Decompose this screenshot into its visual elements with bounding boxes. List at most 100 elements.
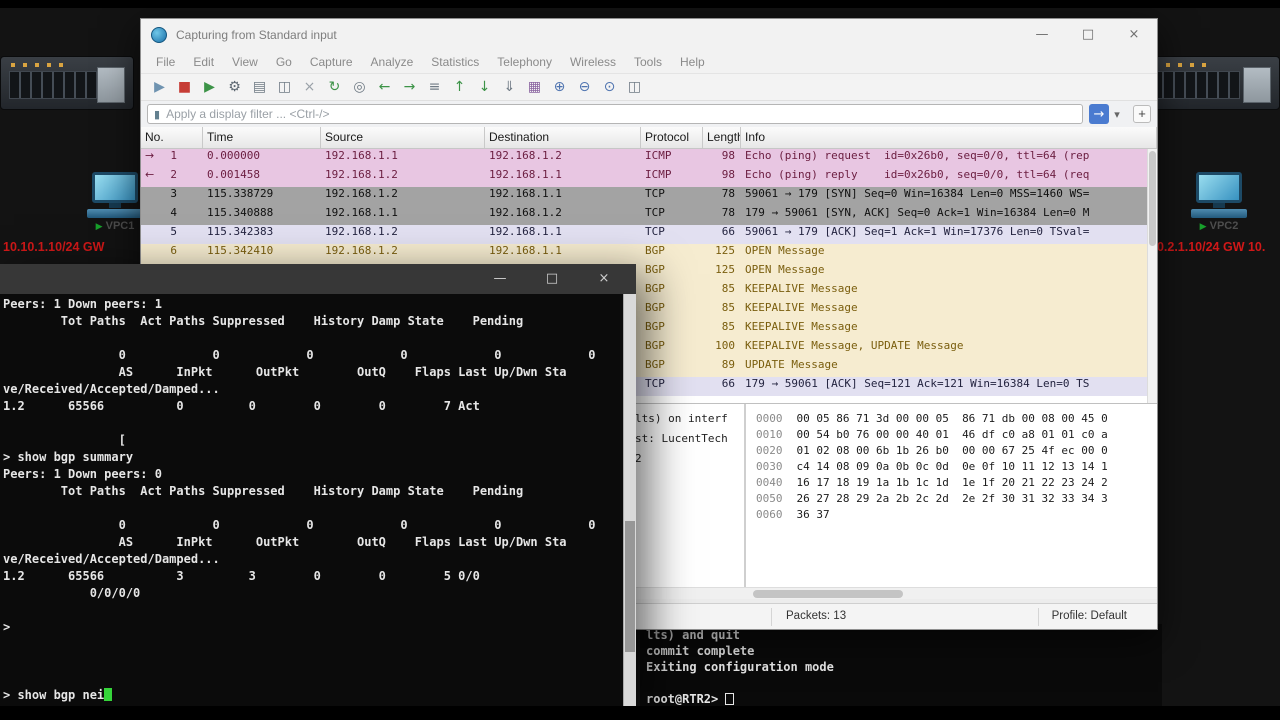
minimize-button[interactable]: —	[1019, 19, 1065, 51]
cell-protocol: ICMP	[645, 168, 672, 181]
go-top-icon[interactable]: ↑	[448, 76, 471, 98]
menu-item[interactable]: Wireless	[561, 53, 625, 71]
packet-row[interactable]: 5 115.342383 192.168.1.2 192.168.1.1 TCP…	[141, 225, 1157, 244]
zoom-100-icon[interactable]: ⊙	[598, 76, 621, 98]
column-time[interactable]: Time	[203, 127, 321, 148]
packet-list-scrollbar[interactable]	[1147, 149, 1157, 403]
terminal-line: ve/Received/Accepted/Damped...	[3, 552, 220, 566]
start-capture-icon[interactable]: ▶	[148, 76, 171, 98]
hex-bytes: 00 54 b0 76 00 00 40 01 46 df c0 a8 01 0…	[796, 428, 1108, 441]
colorize-icon[interactable]: ▦	[523, 76, 546, 98]
cell-time: 0.001458	[207, 168, 260, 181]
menu-item[interactable]: Help	[671, 53, 714, 71]
menu-item[interactable]: Statistics	[422, 53, 488, 71]
apply-filter-button[interactable]: →	[1089, 104, 1109, 124]
router-device-left[interactable]	[0, 56, 134, 110]
packet-row[interactable]: 4 115.340888 192.168.1.1 192.168.1.2 TCP…	[141, 206, 1157, 225]
cell-length: 66	[721, 377, 735, 390]
cell-length: 89	[721, 358, 735, 371]
add-filter-button[interactable]: +	[1133, 105, 1151, 123]
vpc1-node[interactable]: ▶ VPC1	[84, 172, 146, 232]
hex-row[interactable]: 0040 16 17 18 19 1a 1b 1c 1d 1e 1f 20 21 …	[756, 476, 1157, 492]
display-filter-input[interactable]	[166, 107, 1076, 121]
hex-row[interactable]: 0050 26 27 28 29 2a 2b 2c 2d 2e 2f 30 31 …	[756, 492, 1157, 508]
router-device-right[interactable]	[1143, 56, 1280, 110]
zoom-in-icon[interactable]: ⊕	[548, 76, 571, 98]
profile-label[interactable]: Profile: Default	[1052, 610, 1127, 622]
terminal-rtr2[interactable]: lts) and quit commit complete Exiting conf…	[640, 624, 1162, 708]
resize-columns-icon[interactable]: ◫	[623, 76, 646, 98]
vpc-monitor-icon	[92, 172, 138, 203]
scrollbar-thumb[interactable]	[625, 520, 635, 653]
terminal-title-bar[interactable]: — □ ×	[0, 264, 636, 294]
find-packet-icon[interactable]: ◎	[348, 76, 371, 98]
column-length[interactable]: Length	[703, 127, 741, 148]
terminal-scrollbar[interactable]	[623, 294, 636, 706]
packet-row[interactable]: 6 115.342410 192.168.1.2 192.168.1.1 BGP…	[141, 244, 1157, 263]
restart-capture-icon[interactable]: ▶	[198, 76, 221, 98]
packet-row[interactable]: 3 115.338729 192.168.1.2 192.168.1.1 TCP…	[141, 187, 1157, 206]
scrollbar-thumb[interactable]	[1149, 151, 1156, 246]
column-destination[interactable]: Destination	[485, 127, 641, 148]
hex-row[interactable]: 0010 00 54 b0 76 00 00 40 01 46 df c0 a8 …	[756, 428, 1157, 444]
column-protocol[interactable]: Protocol	[641, 127, 703, 148]
menu-item[interactable]: Edit	[184, 53, 223, 71]
cell-info: 179 → 59061 [ACK] Seq=121 Ack=121 Win=16…	[745, 377, 1090, 390]
terminal-body[interactable]: Peers: 1 Down peers: 1 Tot Paths Act Pat…	[0, 294, 636, 706]
zoom-out-icon[interactable]: ⊖	[573, 76, 596, 98]
filter-field[interactable]: ▮	[147, 104, 1083, 124]
vpc2-node[interactable]: ▶ VPC2	[1188, 172, 1250, 232]
terminal-rtr2-lines: lts) and quit commit complete Exiting conf…	[646, 628, 1162, 692]
save-file-icon[interactable]: ◫	[273, 76, 296, 98]
go-back-icon[interactable]: ←	[373, 76, 396, 98]
vpc1-ip-label: 10.10.1.10/24 GW	[3, 240, 105, 254]
menu-item[interactable]: Go	[267, 53, 301, 71]
capture-options-icon[interactable]: ⚙	[223, 76, 246, 98]
hex-row[interactable]: 0060 36 37	[756, 508, 1157, 524]
maximize-button[interactable]: □	[526, 264, 578, 294]
letterbox-bottom	[0, 706, 1280, 720]
packet-row[interactable]: ← 2 0.001458 192.168.1.2 192.168.1.1 ICMP…	[141, 168, 1157, 187]
hex-row[interactable]: 0030 c4 14 08 09 0a 0b 0c 0d 0e 0f 10 11 …	[756, 460, 1157, 476]
hex-row[interactable]: 0020 01 02 08 00 6b 1b 26 b0 00 00 67 25 …	[756, 444, 1157, 460]
minimize-button[interactable]: —	[474, 264, 526, 294]
bookmark-icon[interactable]: ▮	[154, 108, 160, 121]
auto-scroll-icon[interactable]: ⇓	[498, 76, 521, 98]
menu-item[interactable]: Capture	[301, 53, 362, 71]
stop-capture-icon[interactable]: ■	[173, 76, 196, 98]
maximize-button[interactable]: □	[1065, 19, 1111, 51]
screen: ▶ VPC1 ▶ VPC2 10.10.1.10/24 GW 10.2.1.10…	[0, 0, 1280, 720]
menu-item[interactable]: File	[147, 53, 184, 71]
hex-row[interactable]: 0000 00 05 86 71 3d 00 00 05 86 71 db 00 …	[756, 412, 1157, 428]
go-bottom-icon[interactable]: ↓	[473, 76, 496, 98]
close-button[interactable]: ×	[578, 264, 630, 294]
cell-info: 59061 → 179 [SYN] Seq=0 Win=16384 Len=0 …	[745, 187, 1090, 200]
hex-dump-pane[interactable]: 0000 00 05 86 71 3d 00 00 05 86 71 db 00 …	[746, 404, 1157, 587]
column-source[interactable]: Source	[321, 127, 485, 148]
terminal-line: AS InPkt OutPkt OutQ Flaps Last Up/Dwn S…	[3, 365, 567, 379]
menu-item[interactable]: Telephony	[488, 53, 561, 71]
cell-length: 125	[715, 263, 735, 276]
reload-icon[interactable]: ↻	[323, 76, 346, 98]
menu-item[interactable]: View	[223, 53, 267, 71]
terminal-line: >	[3, 620, 11, 634]
open-file-icon[interactable]: ▤	[248, 76, 271, 98]
go-forward-icon[interactable]: →	[398, 76, 421, 98]
menu-item[interactable]: Tools	[625, 53, 671, 71]
scrollbar-thumb[interactable]	[753, 590, 903, 598]
packet-row[interactable]: → 1 0.000000 192.168.1.1 192.168.1.2 ICMP…	[141, 149, 1157, 168]
filter-dropdown-caret[interactable]: ▾	[1109, 104, 1125, 124]
go-to-packet-icon[interactable]: ≡	[423, 76, 446, 98]
packet-count-label: Packets: 13	[786, 610, 847, 622]
cell-length: 85	[721, 282, 735, 295]
cell-info: KEEPALIVE Message	[745, 282, 858, 295]
title-bar[interactable]: Capturing from Standard input — □ ×	[141, 19, 1157, 51]
close-button[interactable]: ×	[1111, 19, 1157, 51]
close-file-icon[interactable]: ×	[298, 76, 321, 98]
menu-item[interactable]: Analyze	[362, 53, 423, 71]
column-no[interactable]: No.	[141, 127, 203, 148]
column-info[interactable]: Info	[741, 127, 1157, 148]
hex-offset: 0020	[756, 444, 783, 457]
